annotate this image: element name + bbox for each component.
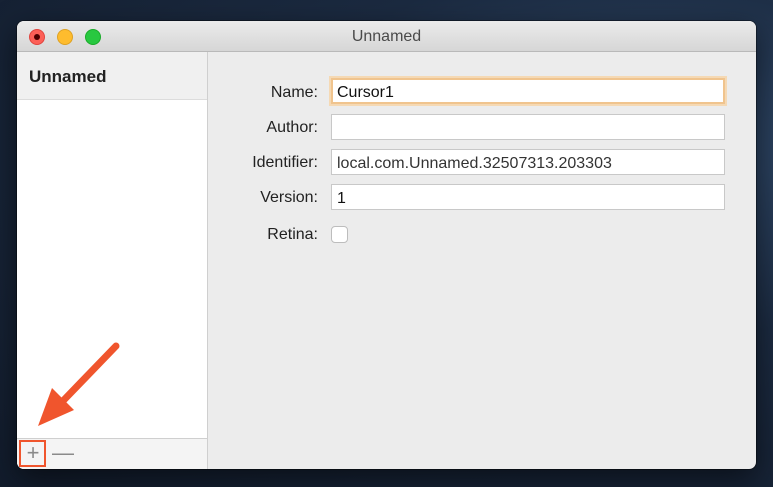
annotation-arrow-icon	[38, 342, 120, 426]
